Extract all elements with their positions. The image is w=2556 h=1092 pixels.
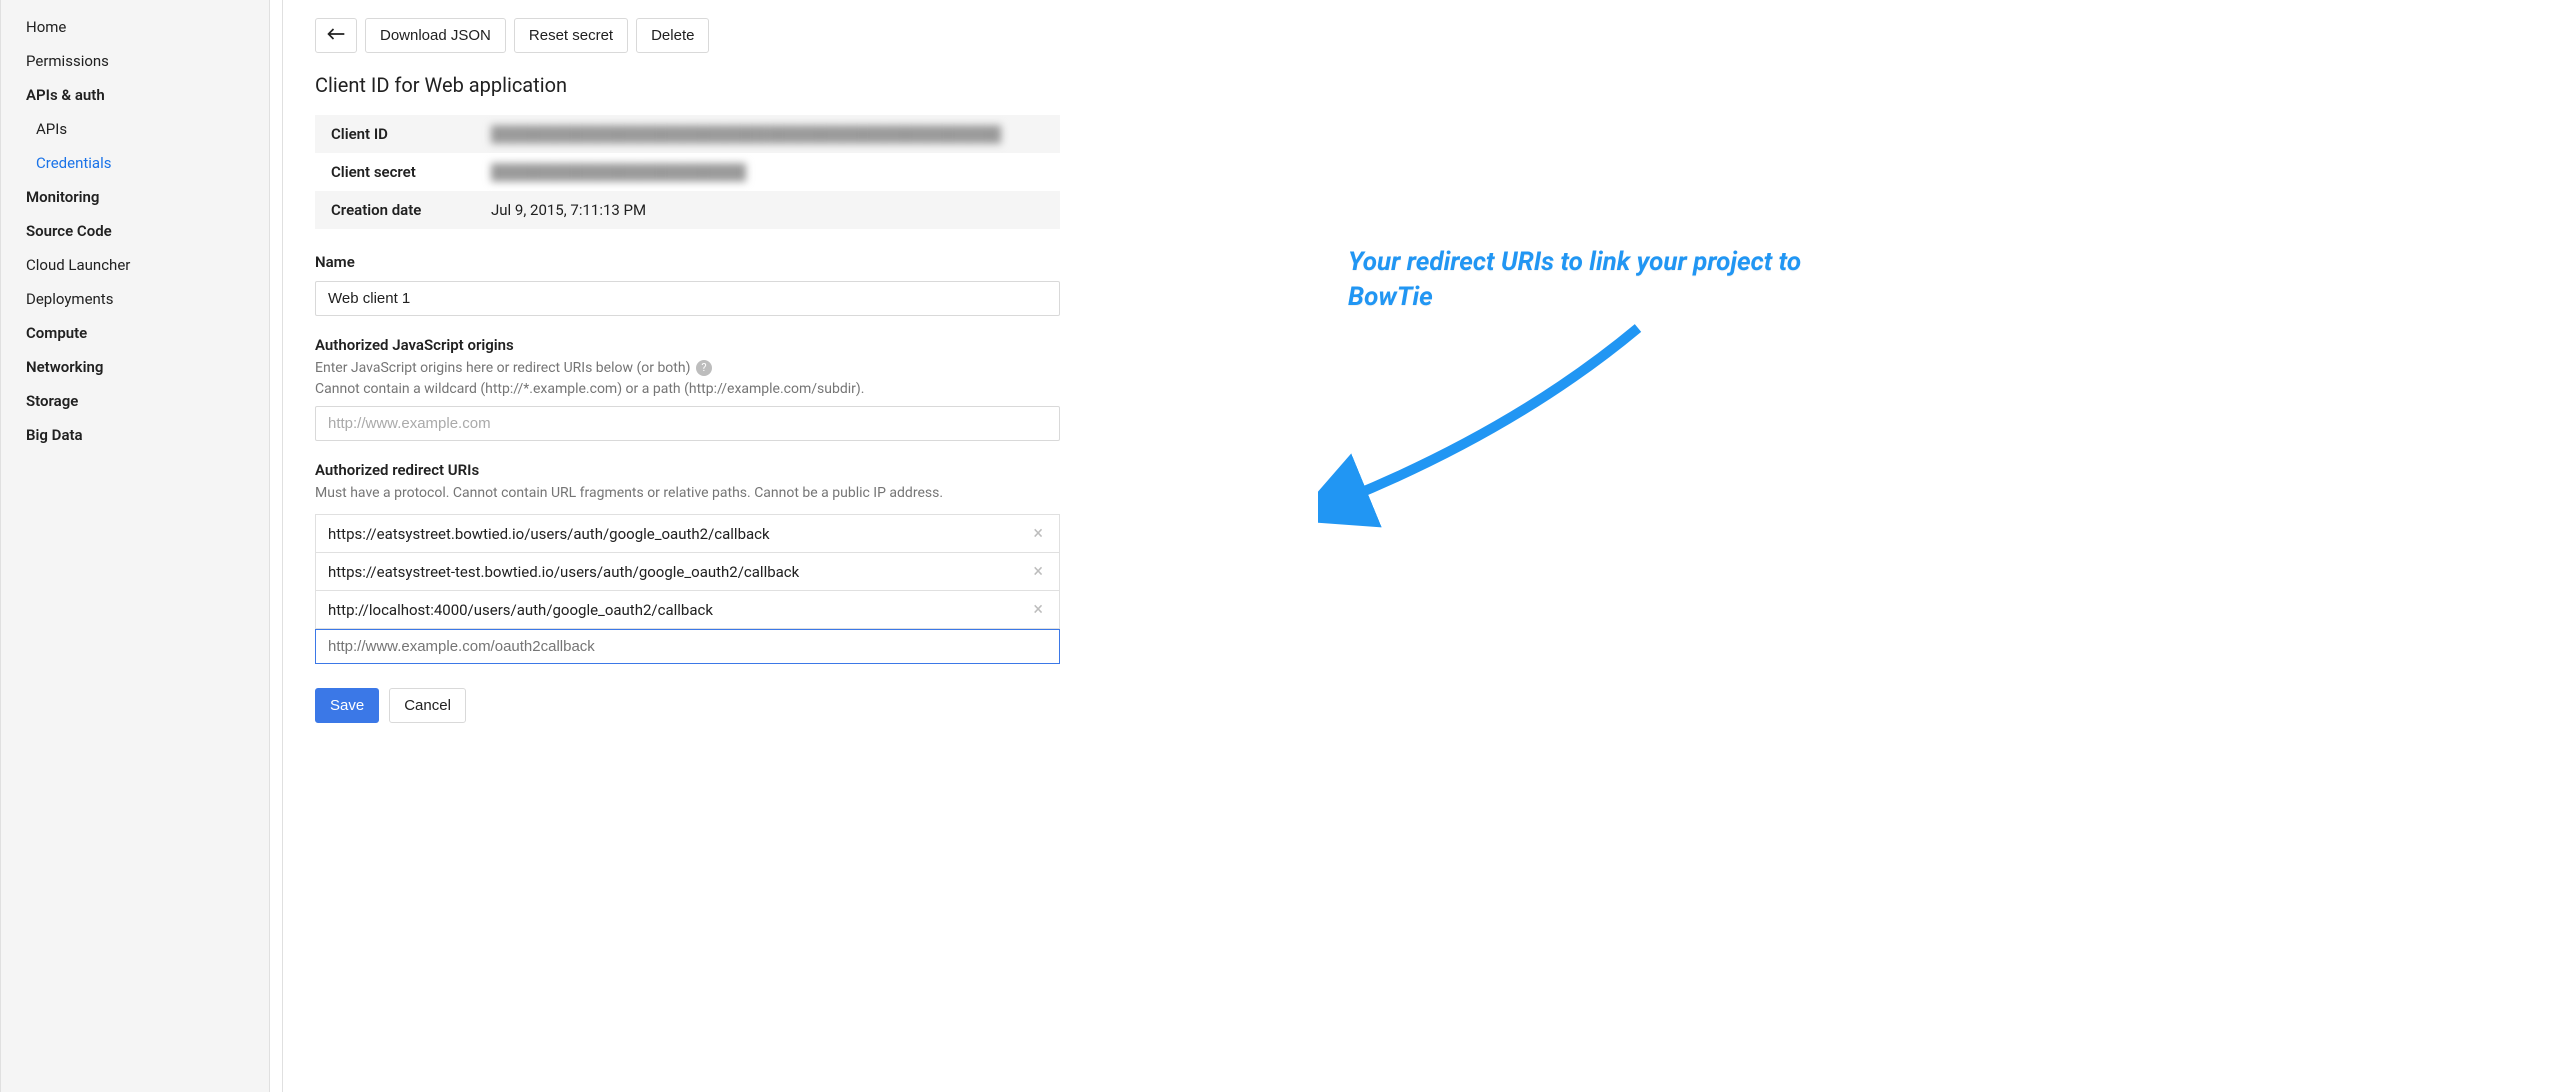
table-row: Client secret ████████████████████████ bbox=[315, 153, 1060, 191]
form-actions: Save Cancel bbox=[315, 688, 2546, 723]
table-row: Creation date Jul 9, 2015, 7:11:13 PM bbox=[315, 191, 1060, 229]
back-button[interactable] bbox=[315, 18, 357, 53]
sidebar-item-cloud-launcher[interactable]: Cloud Launcher bbox=[1, 248, 269, 282]
redirect-uri-row: https://eatsystreet.bowtied.io/users/aut… bbox=[315, 514, 1060, 553]
name-input[interactable] bbox=[315, 281, 1060, 316]
table-row: Client ID ██████████████████████████████… bbox=[315, 115, 1060, 153]
redirect-uris-help: Must have a protocol. Cannot contain URL… bbox=[315, 483, 1060, 504]
annotation-arrow-icon bbox=[1318, 318, 1648, 528]
redirect-uri-input-row bbox=[315, 629, 1060, 664]
main-content: Download JSON Reset secret Delete Client… bbox=[282, 0, 2556, 1092]
redirect-uri-text: https://eatsystreet-test.bowtied.io/user… bbox=[328, 563, 1021, 581]
js-origins-help-line2: Cannot contain a wildcard (http://*.exam… bbox=[315, 381, 864, 397]
redirect-uri-list: https://eatsystreet.bowtied.io/users/aut… bbox=[315, 514, 1060, 664]
delete-button[interactable]: Delete bbox=[636, 18, 709, 53]
redirect-uri-text: https://eatsystreet.bowtied.io/users/aut… bbox=[328, 525, 1021, 543]
annotation-text: Your redirect URIs to link your project … bbox=[1348, 245, 1848, 315]
sidebar-item-networking[interactable]: Networking bbox=[1, 350, 269, 384]
sidebar-item-source-code[interactable]: Source Code bbox=[1, 214, 269, 248]
client-id-value: ████████████████████████████████████████… bbox=[491, 125, 1001, 143]
redirect-uri-text: http://localhost:4000/users/auth/google_… bbox=[328, 601, 1021, 619]
redirect-uris-label: Authorized redirect URIs bbox=[315, 461, 1060, 479]
back-arrow-icon bbox=[326, 27, 346, 45]
client-id-label: Client ID bbox=[315, 115, 475, 153]
sidebar-item-storage[interactable]: Storage bbox=[1, 384, 269, 418]
page-title: Client ID for Web application bbox=[315, 73, 2546, 97]
redirect-uri-row: http://localhost:4000/users/auth/google_… bbox=[315, 591, 1060, 629]
save-button[interactable]: Save bbox=[315, 688, 379, 723]
js-origins-help: Enter JavaScript origins here or redirec… bbox=[315, 358, 1060, 400]
help-icon[interactable]: ? bbox=[696, 360, 712, 376]
cancel-button[interactable]: Cancel bbox=[389, 688, 466, 723]
js-origins-block: Authorized JavaScript origins Enter Java… bbox=[315, 336, 1060, 441]
sidebar-item-deployments[interactable]: Deployments bbox=[1, 282, 269, 316]
sidebar-item-apis[interactable]: APIs bbox=[1, 112, 269, 146]
sidebar-item-credentials[interactable]: Credentials bbox=[1, 146, 269, 180]
remove-uri-icon[interactable]: × bbox=[1029, 599, 1047, 620]
sidebar-item-compute[interactable]: Compute bbox=[1, 316, 269, 350]
client-secret-value: ████████████████████████ bbox=[491, 163, 746, 181]
redirect-uri-row: https://eatsystreet-test.bowtied.io/user… bbox=[315, 553, 1060, 591]
client-info-table: Client ID ██████████████████████████████… bbox=[315, 115, 1060, 229]
sidebar-item-monitoring[interactable]: Monitoring bbox=[1, 180, 269, 214]
name-field-block: Name bbox=[315, 253, 1060, 316]
sidebar-item-big-data[interactable]: Big Data bbox=[1, 418, 269, 452]
js-origins-label: Authorized JavaScript origins bbox=[315, 336, 1060, 354]
sidebar-item-apis-auth[interactable]: APIs & auth bbox=[1, 78, 269, 112]
creation-date-value: Jul 9, 2015, 7:11:13 PM bbox=[475, 191, 1060, 229]
creation-date-label: Creation date bbox=[315, 191, 475, 229]
remove-uri-icon[interactable]: × bbox=[1029, 561, 1047, 582]
reset-secret-button[interactable]: Reset secret bbox=[514, 18, 628, 53]
redirect-uris-block: Authorized redirect URIs Must have a pro… bbox=[315, 461, 1060, 664]
client-secret-label: Client secret bbox=[315, 153, 475, 191]
name-label: Name bbox=[315, 253, 1060, 271]
js-origins-help-line1: Enter JavaScript origins here or redirec… bbox=[315, 360, 690, 376]
redirect-uri-input[interactable] bbox=[316, 630, 1059, 663]
toolbar: Download JSON Reset secret Delete bbox=[315, 18, 2546, 53]
js-origins-input[interactable] bbox=[315, 406, 1060, 441]
annotation-callout: Your redirect URIs to link your project … bbox=[1348, 245, 1848, 315]
sidebar: HomePermissionsAPIs & authAPIsCredential… bbox=[0, 0, 270, 1092]
remove-uri-icon[interactable]: × bbox=[1029, 523, 1047, 544]
download-json-button[interactable]: Download JSON bbox=[365, 18, 506, 53]
sidebar-item-home[interactable]: Home bbox=[1, 10, 269, 44]
sidebar-item-permissions[interactable]: Permissions bbox=[1, 44, 269, 78]
